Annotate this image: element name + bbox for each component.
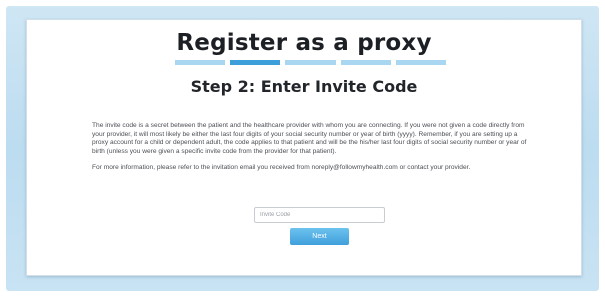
registration-card: Register as a proxy Step 2: Enter Invite… xyxy=(26,19,582,276)
step-indicator-2 xyxy=(230,60,281,65)
step-indicator-4 xyxy=(340,60,391,65)
next-button[interactable]: Next xyxy=(290,228,349,245)
instructions-paragraph-1: The invite code is a secret between the … xyxy=(92,122,527,155)
invite-code-input[interactable] xyxy=(254,207,385,223)
page-title: Register as a proxy xyxy=(176,30,432,56)
step-indicator-5 xyxy=(395,60,447,65)
step-progress-bar xyxy=(175,60,447,65)
page-frame: Register as a proxy Step 2: Enter Invite… xyxy=(6,6,599,291)
instructions-paragraph-2: For more information, please refer to th… xyxy=(92,164,471,172)
step-indicator-3 xyxy=(285,60,336,65)
step-title: Step 2: Enter Invite Code xyxy=(190,77,418,96)
instructions: The invite code is a secret between the … xyxy=(92,122,527,173)
step-indicator-1 xyxy=(175,60,226,65)
